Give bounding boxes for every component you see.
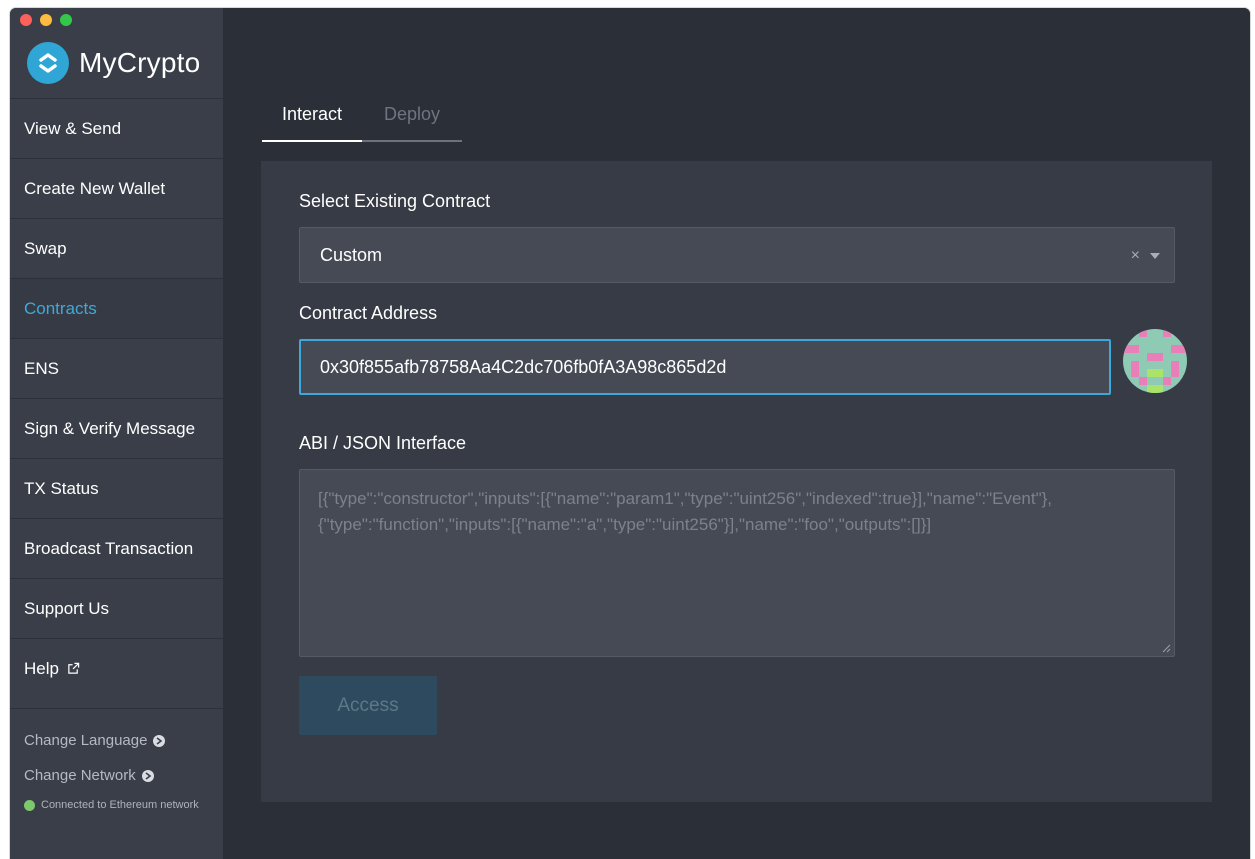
contract-select[interactable]: Custom ×	[299, 227, 1175, 283]
contract-tabs: Interact Deploy	[262, 104, 462, 142]
contract-address-input[interactable]	[299, 339, 1111, 395]
sidebar-item-view-send[interactable]: View & Send	[10, 98, 223, 158]
external-link-icon	[68, 662, 80, 674]
window-controls	[20, 14, 72, 26]
tab-deploy[interactable]: Deploy	[362, 104, 462, 142]
sidebar-item-ens[interactable]: ENS	[10, 338, 223, 398]
network-status-label: Connected to Ethereum network	[41, 799, 199, 811]
minimize-window-button[interactable]	[40, 14, 52, 26]
mycrypto-logo-icon	[27, 42, 69, 84]
sidebar: MyCrypto View & Send Create New Wallet S…	[10, 8, 223, 859]
abi-json-textarea[interactable]	[299, 469, 1175, 657]
sidebar-item-help[interactable]: Help	[10, 638, 223, 698]
sidebar-footer: Change Language Change Network Connected…	[10, 708, 223, 811]
zoom-window-button[interactable]	[60, 14, 72, 26]
tab-interact[interactable]: Interact	[262, 104, 362, 142]
sidebar-item-label: TX Status	[24, 478, 99, 498]
sidebar-nav: View & Send Create New Wallet Swap Contr…	[10, 98, 223, 698]
clear-icon[interactable]: ×	[1131, 247, 1140, 265]
sidebar-item-swap[interactable]: Swap	[10, 218, 223, 278]
brand[interactable]: MyCrypto	[27, 42, 200, 84]
network-status: Connected to Ethereum network	[24, 799, 223, 811]
main-content: Interact Deploy Select Existing Contract…	[223, 8, 1250, 859]
sidebar-item-tx-status[interactable]: TX Status	[10, 458, 223, 518]
sidebar-item-contracts[interactable]: Contracts	[10, 278, 223, 338]
app-window: MyCrypto View & Send Create New Wallet S…	[10, 8, 1250, 859]
arrow-right-circle-icon	[141, 769, 154, 782]
abi-label: ABI / JSON Interface	[299, 433, 467, 453]
interact-panel: Select Existing Contract Custom × Contra…	[261, 161, 1212, 802]
change-language-link[interactable]: Change Language	[24, 723, 223, 758]
sidebar-item-label: Help	[24, 658, 59, 678]
contract-address-label: Contract Address	[299, 303, 438, 323]
sidebar-item-label: Swap	[24, 238, 67, 258]
brand-name: MyCrypto	[79, 47, 201, 78]
sidebar-item-label: Sign & Verify Message	[24, 418, 196, 438]
select-contract-label: Select Existing Contract	[299, 191, 491, 211]
sidebar-item-label: Broadcast Transaction	[24, 538, 194, 558]
sidebar-item-sign-verify-message[interactable]: Sign & Verify Message	[10, 398, 223, 458]
resize-handle-icon[interactable]	[1161, 643, 1171, 653]
sidebar-item-label: Support Us	[24, 598, 110, 618]
sidebar-item-create-new-wallet[interactable]: Create New Wallet	[10, 158, 223, 218]
arrow-right-circle-icon	[153, 734, 166, 747]
contract-select-value: Custom	[320, 244, 383, 265]
sidebar-item-support-us[interactable]: Support Us	[10, 578, 223, 638]
sidebar-item-broadcast-transaction[interactable]: Broadcast Transaction	[10, 518, 223, 578]
sidebar-item-label: View & Send	[24, 118, 122, 138]
status-dot-icon	[24, 799, 35, 811]
select-controls: ×	[1131, 247, 1160, 265]
sidebar-item-label: ENS	[24, 358, 59, 378]
change-language-label: Change Language	[24, 732, 148, 749]
access-button[interactable]: Access	[299, 676, 437, 735]
close-window-button[interactable]	[20, 14, 32, 26]
sidebar-item-label: Create New Wallet	[24, 178, 166, 198]
sidebar-item-label: Contracts	[24, 298, 97, 318]
address-identicon	[1123, 329, 1187, 393]
chevron-down-icon[interactable]	[1150, 253, 1160, 259]
change-network-link[interactable]: Change Network	[24, 758, 223, 793]
change-network-label: Change Network	[24, 767, 136, 784]
